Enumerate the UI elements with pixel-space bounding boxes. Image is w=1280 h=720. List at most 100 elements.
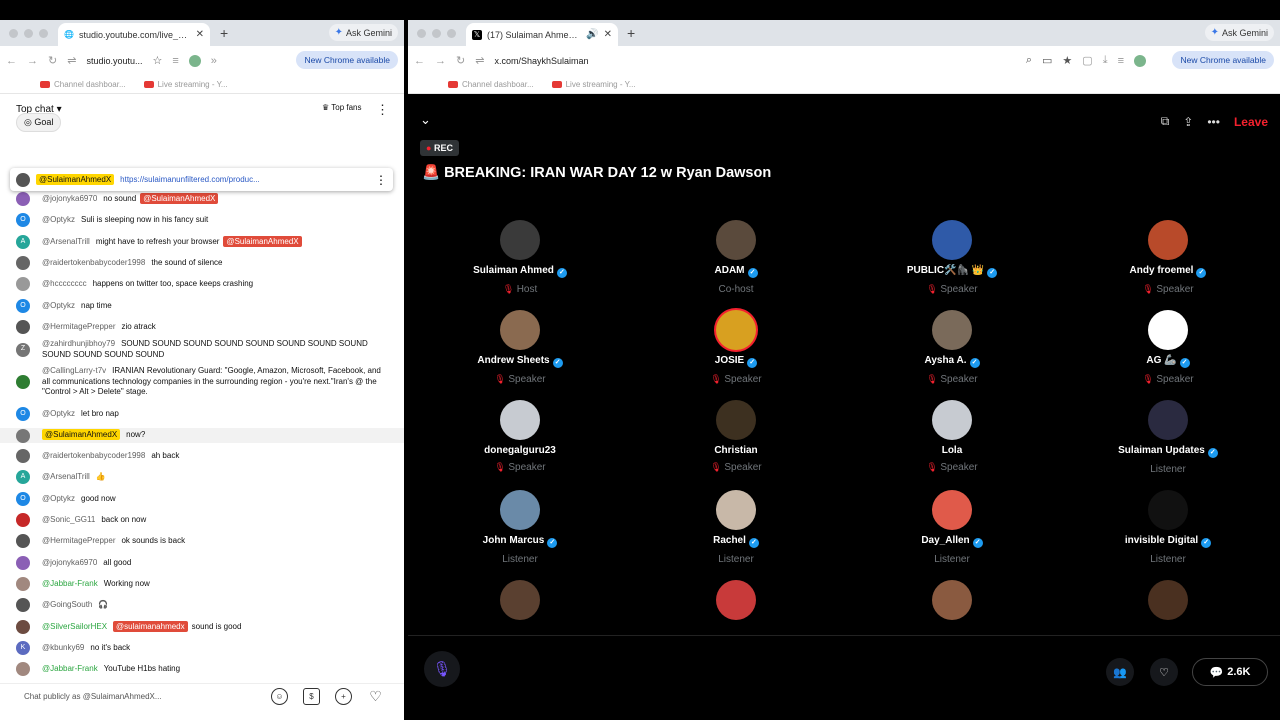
avatar[interactable] [16,428,30,443]
avatar[interactable] [716,490,756,530]
pinned-message[interactable]: @SulaimanAhmedX https://sulaimanunfilter… [10,168,393,191]
message-author[interactable]: @Optykz [42,301,75,310]
chat-message[interactable]: @Jabbar-Frank YouTube H1bs hating [0,662,404,676]
replies-button[interactable]: 💬 2.6K [1192,658,1268,686]
avatar[interactable] [16,256,30,270]
add-icon[interactable]: + [335,688,352,705]
avatar[interactable] [932,400,972,440]
chat-message[interactable]: @jojonyka6970 no sound @SulaimanAhmedX [0,192,404,206]
avatar[interactable]: O [16,492,30,506]
zoom-icon[interactable]: ⌕ [1026,54,1032,67]
avatar[interactable] [1148,490,1188,530]
avatar[interactable] [16,534,30,548]
chat-message[interactable]: O @Optykz Suli is sleeping now in his fanc… [0,213,404,227]
avatar[interactable] [16,277,30,291]
new-tab-icon[interactable]: + [220,25,228,41]
avatar[interactable] [1148,220,1188,260]
ask-gemini-button[interactable]: ✦ Ask Gemini [1204,24,1274,41]
chat-message[interactable]: @Jabbar-Frank Working now [0,577,404,591]
chat-message[interactable]: @jojonyka6970 all good [0,556,404,570]
chat-message[interactable]: A @ArsenalTrill 👍 [0,470,404,484]
message-author[interactable]: @jojonyka6970 [42,558,97,567]
owner-author-badge[interactable]: @SulaimanAhmedX [42,429,121,441]
avatar[interactable]: K [16,641,30,655]
avatar[interactable] [1148,400,1188,440]
chat-message[interactable]: Z @zahirdhunjibhoy79 SOUND SOUND SOUND SOU… [0,339,404,360]
download-icon[interactable]: ⤓ [1103,54,1108,67]
participant[interactable] [1088,580,1248,620]
avatar[interactable]: A [16,470,30,484]
back-icon[interactable]: ← [414,55,425,67]
reload-icon[interactable]: ↻ [456,54,465,67]
microphone-button[interactable]: 🎙 [424,651,460,687]
emoji-icon[interactable]: ☺ [271,688,288,705]
participant[interactable] [440,580,600,620]
pinned-link[interactable]: https://sulaimanunfiltered.com/produc... [120,175,260,184]
chat-message[interactable]: O @Optykz let bro nap [0,407,404,421]
bookmark-star-icon[interactable]: ☆ [152,54,162,67]
speaker-icon[interactable]: 🔊 [586,29,598,40]
avatar[interactable] [500,580,540,620]
chat-message[interactable]: K @kbunky69 no it's back [0,641,404,655]
participant[interactable]: Andrew Sheets ✓ 🎙 Speaker [440,310,600,385]
avatar[interactable]: Z [16,342,30,357]
message-author[interactable]: @Optykz [42,494,75,503]
people-button[interactable]: 👥 [1106,658,1134,686]
avatar[interactable] [16,662,30,676]
avatar[interactable] [716,310,756,350]
chat-message[interactable]: O @Optykz good now [0,492,404,506]
chat-message[interactable]: @Sonic_GG11 back on now [0,513,404,527]
new-chrome-available-button[interactable]: New Chrome available [296,51,398,69]
message-author[interactable]: @zahirdhunjibhoy79 [42,339,115,348]
avatar[interactable] [500,310,540,350]
avatar[interactable] [932,490,972,530]
message-author[interactable]: @kbunky69 [42,643,84,652]
message-author[interactable]: @Optykz [42,409,75,418]
message-author[interactable]: @SilverSailorHEX [42,622,107,631]
avatar[interactable] [16,577,30,591]
reading-list-icon[interactable]: ≡ [172,55,178,67]
chat-message[interactable]: @HermitagePrepper zio atrack [0,320,404,334]
reading-list-icon[interactable]: ≡ [1118,55,1124,67]
avatar[interactable] [16,620,30,634]
share-icon[interactable]: ⇪ [1183,115,1193,129]
avatar[interactable]: O [16,213,30,227]
close-tab-icon[interactable]: ✕ [196,29,204,40]
bookmark-live-streaming[interactable]: Live streaming - Y... [551,80,636,89]
avatar[interactable] [500,490,540,530]
participant[interactable]: Day_Allen ✓ Listener [872,490,1032,565]
back-icon[interactable]: ← [6,55,17,67]
participant[interactable]: Rachel ✓ Listener [656,490,816,565]
participant[interactable]: PUBLIC🛠️🦍 👑 ✓ 🎙 Speaker [872,220,1032,295]
avatar[interactable] [16,320,30,334]
heart-icon[interactable]: ♡ [367,688,384,705]
participant[interactable]: Sulaiman Ahmed ✓ 🎙 Host [440,220,600,295]
dock-icon[interactable]: ⧉ [1161,114,1170,129]
pinned-menu-icon[interactable]: ⋮ [375,173,387,187]
avatar[interactable] [16,513,30,527]
message-author[interactable]: @HermitagePrepper [42,322,115,331]
bookmark-star-icon[interactable]: ★ [1062,54,1072,67]
avatar[interactable] [16,556,30,570]
participant[interactable]: Christian 🎙 Speaker [656,400,816,473]
avatar[interactable] [932,310,972,350]
forward-icon[interactable]: → [435,55,446,67]
mention-chip[interactable]: @sulaimanahmedx [113,620,188,632]
profile-avatar[interactable] [1134,54,1146,67]
address-bar[interactable]: x.com/ShaykhSulaiman [494,56,588,66]
goal-button[interactable]: ◎ Goal [16,113,62,132]
chat-message[interactable]: A @ArsenalTrill might have to refresh your… [0,235,404,249]
chat-message[interactable]: @HermitagePrepper ok sounds is back [0,534,404,548]
avatar[interactable]: O [16,407,30,421]
reactions-button[interactable]: ♡ [1150,658,1178,686]
avatar[interactable] [1148,310,1188,350]
message-author[interactable]: @Jabbar-Frank [42,579,98,588]
window-controls[interactable] [417,29,456,38]
chat-message[interactable]: @raidertokenbabycoder1998 ah back [0,449,404,463]
message-author[interactable]: @CallingLarry-t7v [42,366,106,375]
bookmark-channel-dashboard[interactable]: Channel dashboar... [448,80,534,89]
message-author[interactable]: @hcccccccc [42,279,87,288]
cast-icon[interactable]: ▭ [1042,54,1052,67]
site-info-icon[interactable]: ⇌ [67,54,76,67]
chat-message[interactable]: @GoingSouth 🎧 [0,598,404,612]
